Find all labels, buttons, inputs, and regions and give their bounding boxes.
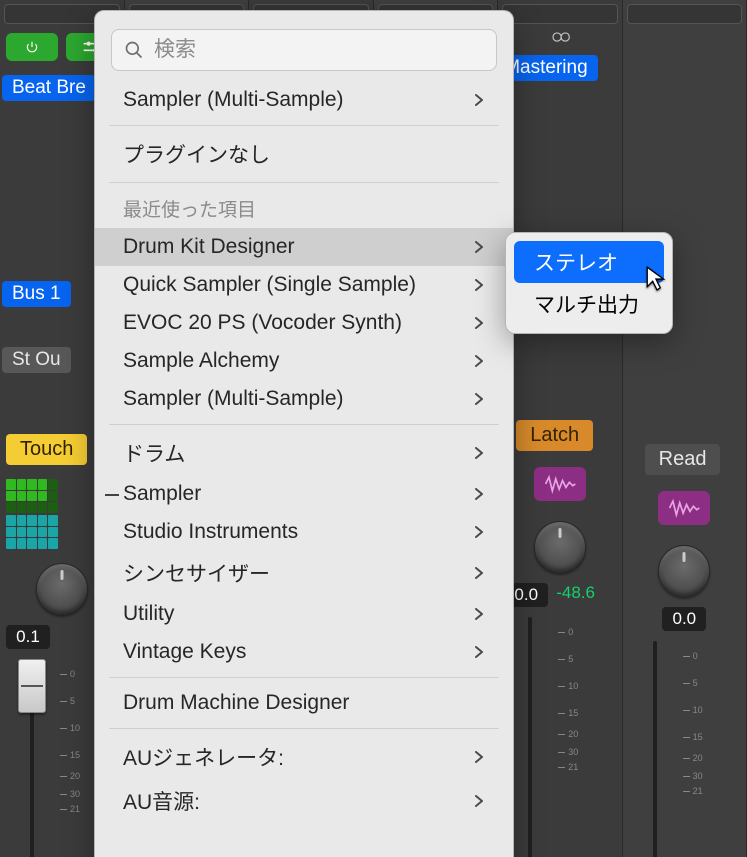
separator (109, 125, 499, 126)
menu-label: Vintage Keys (123, 640, 246, 664)
menu-item-evoc[interactable]: EVOC 20 PS (Vocoder Synth) (95, 304, 513, 342)
menu-cat-studio-instruments[interactable]: Studio Instruments (95, 513, 513, 551)
chevron-right-icon (473, 488, 485, 500)
level-leds-teal (6, 515, 58, 549)
menu-item-drum-kit-designer[interactable]: Drum Kit Designer (95, 228, 513, 266)
pan-knob[interactable] (36, 563, 88, 615)
menu-item-sample-alchemy[interactable]: Sample Alchemy (95, 342, 513, 380)
pan-value: 0.0 (662, 607, 706, 631)
menu-item-sampler-multi[interactable]: Sampler (Multi-Sample) (95, 81, 513, 119)
menu-label: EVOC 20 PS (Vocoder Synth) (123, 311, 402, 335)
db-value: -48.6 (556, 583, 595, 607)
waveform-icon (667, 497, 701, 519)
menu-item-sampler-multi-recent[interactable]: Sampler (Multi-Sample) (95, 380, 513, 418)
menu-cat-synth[interactable]: シンセサイザー (95, 551, 513, 595)
separator (109, 182, 499, 183)
automation-mode[interactable]: Read (645, 444, 721, 475)
chevron-right-icon (473, 795, 485, 807)
chevron-right-icon (473, 526, 485, 538)
search-field[interactable] (111, 29, 497, 71)
separator (109, 424, 499, 425)
menu-label: AU音源: (123, 786, 200, 816)
output-tag[interactable]: St Ou (2, 347, 71, 373)
preset-tag[interactable]: Beat Bre (2, 75, 96, 101)
chevron-right-icon (473, 608, 485, 620)
menu-label: AUジェネレータ: (123, 742, 284, 772)
menu-label: Studio Instruments (123, 520, 298, 544)
submenu-item-stereo[interactable]: ステレオ (514, 241, 664, 283)
chevron-right-icon (473, 279, 485, 291)
menu-cat-sampler[interactable]: Sampler (95, 475, 513, 513)
menu-item-drum-machine-designer[interactable]: Drum Machine Designer (95, 684, 513, 722)
bus-tag[interactable]: Bus 1 (2, 281, 71, 307)
submenu-label: マルチ出力 (534, 294, 639, 317)
pan-value: 0.1 (6, 625, 50, 649)
menu-cat-vintage-keys[interactable]: Vintage Keys (95, 633, 513, 671)
chevron-right-icon (473, 241, 485, 253)
plugin-slot[interactable] (502, 4, 617, 24)
stereo-link-icon[interactable] (546, 30, 574, 44)
menu-label: プラグインなし (123, 139, 270, 169)
menu-label: Quick Sampler (Single Sample) (123, 273, 416, 297)
pan-knob[interactable] (534, 521, 586, 573)
waveform-icon (543, 473, 577, 495)
fader-area[interactable]: 0 5 10 15 20 30 21 (498, 617, 621, 767)
pan-knob[interactable] (658, 545, 710, 597)
menu-section-recent: 最近使った項目 (95, 189, 513, 228)
menu-label: Utility (123, 602, 174, 626)
menu-label: Drum Kit Designer (123, 235, 295, 259)
power-toggle[interactable] (6, 33, 58, 61)
separator (109, 728, 499, 729)
menu-item-no-plugin[interactable]: プラグインなし (95, 132, 513, 176)
chevron-right-icon (473, 646, 485, 658)
instrument-menu: Sampler (Multi-Sample) プラグインなし 最近使った項目 D… (94, 10, 514, 857)
plugin-slot[interactable] (627, 4, 742, 24)
channel-strip: Read 0.0 0 5 10 15 20 30 21 (623, 0, 747, 857)
channel-format-submenu: ステレオ マルチ出力 (505, 232, 673, 334)
chevron-right-icon (473, 393, 485, 405)
chevron-right-icon (473, 567, 485, 579)
level-leds (6, 479, 58, 513)
menu-label: シンセサイザー (123, 558, 270, 588)
fader-area[interactable]: 0 5 10 15 20 30 21 (623, 641, 746, 791)
menu-cat-au-source[interactable]: AU音源: (95, 779, 513, 823)
menu-label: Sample Alchemy (123, 349, 279, 373)
submenu-label: ステレオ (534, 252, 618, 275)
search-icon (124, 40, 144, 60)
menu-cat-utility[interactable]: Utility (95, 595, 513, 633)
menu-cat-drum[interactable]: ドラム (95, 431, 513, 475)
power-icon (25, 40, 39, 54)
chevron-right-icon (473, 355, 485, 367)
eq-thumbnail[interactable] (534, 467, 586, 501)
minus-icon (105, 494, 119, 496)
channel-strip: Mastering Latch 0.0 -48.6 0 5 10 15 20 3… (498, 0, 622, 857)
menu-item-quick-sampler[interactable]: Quick Sampler (Single Sample) (95, 266, 513, 304)
chevron-right-icon (473, 94, 485, 106)
automation-mode[interactable]: Latch (516, 420, 593, 451)
submenu-item-multi-output[interactable]: マルチ出力 (514, 283, 664, 325)
menu-label: Sampler (Multi-Sample) (123, 88, 344, 112)
search-input[interactable] (154, 38, 484, 62)
chevron-right-icon (473, 447, 485, 459)
separator (109, 677, 499, 678)
chevron-right-icon (473, 751, 485, 763)
menu-label: Sampler (Multi-Sample) (123, 387, 344, 411)
menu-label: Sampler (123, 482, 201, 506)
chevron-right-icon (473, 317, 485, 329)
menu-label: ドラム (123, 438, 185, 468)
automation-mode[interactable]: Touch (6, 434, 87, 465)
menu-cat-au-generator[interactable]: AUジェネレータ: (95, 735, 513, 779)
menu-label: Drum Machine Designer (123, 691, 349, 715)
eq-thumbnail[interactable] (658, 491, 710, 525)
